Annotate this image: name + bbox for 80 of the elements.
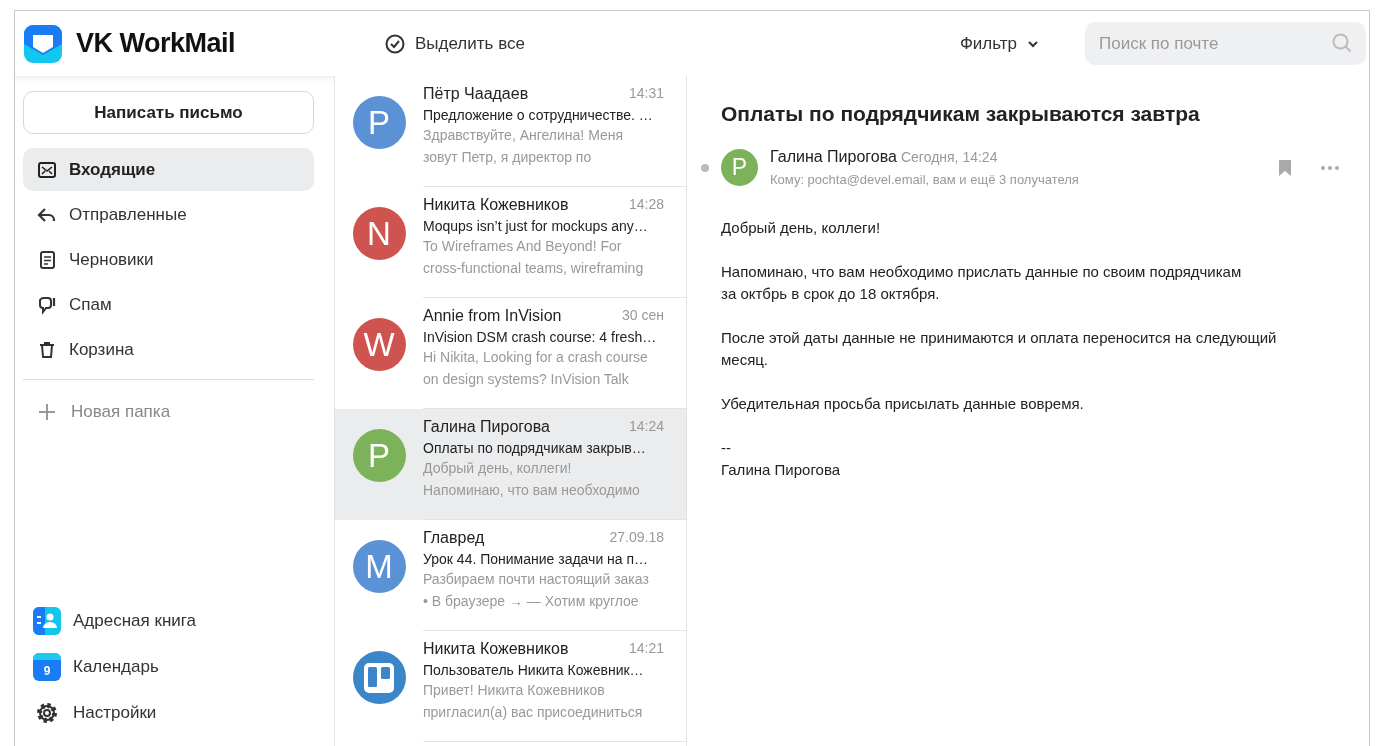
folder-item[interactable]: Входящие xyxy=(23,148,314,191)
message-preview: Hi Nikita, Looking for a crash course on design systems? InVision Talk xyxy=(423,348,649,389)
app-link[interactable]: Адресная книга xyxy=(23,598,314,644)
app-title: VK WorkMail xyxy=(76,28,236,59)
sender-name: Никита Кожевников xyxy=(423,640,569,658)
message-time: 30 сен xyxy=(622,307,664,325)
email-paragraph: После этой даты данные не принимаются и оплата переносится на следующий месяц. xyxy=(721,328,1278,370)
app-link[interactable]: Настройки xyxy=(23,690,314,736)
message-preview: To Wireframes And Beyond! For cross-functional teams, wireframing xyxy=(423,237,645,278)
sender-avatar: P xyxy=(721,149,758,186)
email-paragraph: Добрый день, коллеги! xyxy=(721,218,882,238)
folder-label: Отправленные xyxy=(69,204,187,225)
message-time: 14:28 xyxy=(628,196,664,214)
select-all-button[interactable]: Выделить все xyxy=(385,33,525,54)
message-item[interactable]: N Никита Кожевников 14:28 Moqups isn’t just for mockups any… To Wireframes And Beyond! For cross-functional teams, wireframing xyxy=(335,187,686,298)
message-item[interactable]: M Главред 27.09.18 Урок 44. Понимание задачи на п… Разбираем почти настоящий заказ • В браузере → — Хотим круглое xyxy=(335,520,686,631)
message-subject: Пользователь Никита Кожевник… xyxy=(423,662,645,678)
email-subject: Оплаты по подрядчикам закрываются завтра xyxy=(721,102,1201,126)
folder-label: Спам xyxy=(69,294,112,315)
bookmark-icon[interactable] xyxy=(1279,159,1291,176)
document-icon xyxy=(37,249,57,270)
message-time: 27.09.18 xyxy=(609,529,664,547)
sender-name: Галина Пирогова xyxy=(770,148,897,165)
avatar: P xyxy=(352,429,406,482)
trash-icon xyxy=(37,339,57,360)
new-folder-button[interactable]: Новая папка xyxy=(23,390,314,433)
message-item[interactable]: P Пётр Чаадаев 14:31 Предложение о сотрудничестве. … Здравствуйте, Ангелина! Меня зовут Петр, я директор по xyxy=(335,76,686,187)
sender-name: Annie from InVision xyxy=(423,307,562,325)
message-time: 14:31 xyxy=(628,85,664,103)
message-preview: Привет! Никита Кожевников пригласил(а) вас присоединиться xyxy=(423,681,644,722)
email-paragraph: Напоминаю, что вам необходимо прислать данные по своим подрядчикам за октбрь в срок до 18 октября. xyxy=(721,262,1243,304)
new-folder-label: Новая папка xyxy=(71,401,171,422)
contacts-icon xyxy=(33,607,61,635)
filter-dropdown[interactable]: Фильтр xyxy=(953,32,1045,55)
email-paragraph: -- Галина Пирогова xyxy=(721,438,842,480)
message-item[interactable]: Никита Кожевников 14:21 Пользователь Никита Кожевник… Привет! Никита Кожевников пригласил(а) вас присоединиться xyxy=(335,631,686,742)
sender-name: Пётр Чаадаев xyxy=(423,85,529,103)
sender-name: Никита Кожевников xyxy=(423,196,569,214)
app-label: Календарь xyxy=(73,657,159,677)
folder-item[interactable]: Черновики xyxy=(23,238,314,281)
app-label: Настройки xyxy=(73,703,157,723)
app-link[interactable]: 9 Календарь xyxy=(23,644,314,690)
chevron-down-icon xyxy=(1027,39,1039,48)
message-time: 14:24 xyxy=(628,418,664,436)
unread-dot xyxy=(701,163,709,172)
inbox-icon xyxy=(37,159,57,180)
folder-item[interactable]: Корзина xyxy=(23,328,314,371)
message-subject: Moqups isn’t just for mockups any… xyxy=(423,218,649,234)
folder-label: Входящие xyxy=(69,159,156,180)
message-subject: Оплаты по подрядчикам закрыв… xyxy=(423,440,647,456)
search-field[interactable]: Поиск по почте xyxy=(1085,22,1366,65)
message-subject: Предложение о сотрудничестве. … xyxy=(423,107,654,123)
avatar: M xyxy=(352,540,406,593)
check-circle-icon xyxy=(385,33,405,54)
message-preview: Добрый день, коллеги! Напоминаю, что вам необходимо xyxy=(423,459,641,500)
message-subject: Урок 44. Понимание задачи на п… xyxy=(423,551,650,567)
avatar: P xyxy=(352,96,406,149)
message-item[interactable]: P Галина Пирогова 14:24 Оплаты по подрядчикам закрыв… Добрый день, коллеги! Напоминаю, что вам необходимо xyxy=(335,409,686,520)
avatar: W xyxy=(352,318,406,371)
folder-item[interactable]: Спам xyxy=(23,283,314,326)
message-preview: Разбираем почти настоящий заказ • В браузере → — Хотим круглое xyxy=(423,570,650,611)
sender-name: Галина Пирогова xyxy=(423,418,550,436)
folder-item[interactable]: Отправленные xyxy=(23,193,314,236)
folder-label: Корзина xyxy=(69,339,134,360)
more-icon[interactable] xyxy=(1321,165,1339,170)
sender-name: Главред xyxy=(423,529,485,547)
avatar: N xyxy=(352,207,406,260)
recipients: Кому: pochta@devel.email, вам и ещё 3 получателя xyxy=(770,172,1080,187)
search-icon xyxy=(1332,33,1352,53)
compose-button[interactable]: Написать письмо xyxy=(23,91,314,134)
email-paragraph: Убедительная просьба присылать данные вовремя. xyxy=(721,394,1085,414)
message-subject: InVision DSM crash course: 4 fresh… xyxy=(423,329,658,345)
calendar-icon: 9 xyxy=(33,653,61,681)
message-preview: Здравствуйте, Ангелина! Меня зовут Петр, я директор по xyxy=(423,126,625,167)
envelope-logo-icon xyxy=(24,24,62,63)
app-label: Адресная книга xyxy=(73,611,197,631)
plus-icon xyxy=(37,401,57,422)
email-date: Сегодня, 14:24 xyxy=(900,149,998,165)
folder-label: Черновики xyxy=(69,249,154,270)
message-time: 14:21 xyxy=(628,640,664,658)
